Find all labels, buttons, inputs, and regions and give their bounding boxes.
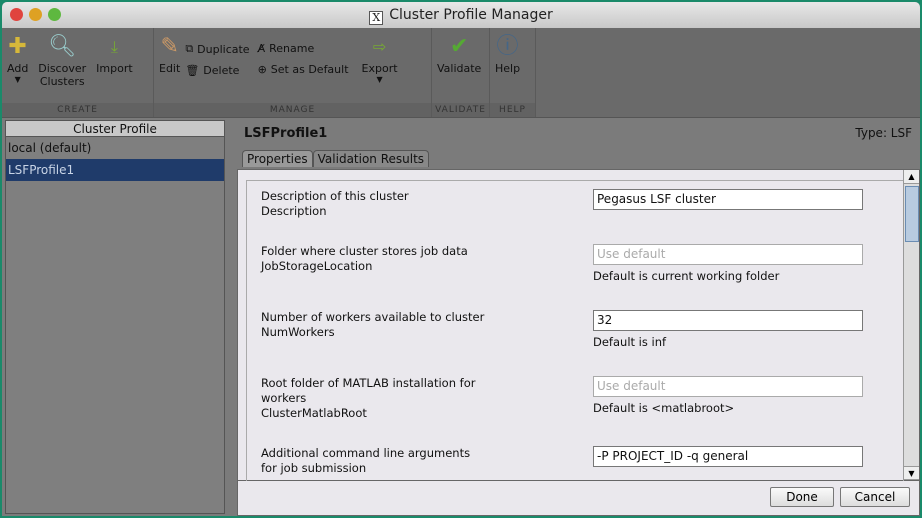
duplicate-label: Duplicate	[197, 42, 250, 56]
export-icon: ⇨	[372, 37, 387, 56]
add-button[interactable]: ✚ Add ▼	[2, 32, 33, 103]
import-label: Import	[96, 62, 133, 75]
property-description: Description of this cluster	[261, 189, 409, 203]
edit-label: Edit	[159, 62, 181, 75]
cluster-profile-list: Cluster Profile local (default) LSFProfi…	[5, 120, 225, 514]
export-label: Export	[361, 62, 398, 75]
set-as-default-button[interactable]: ⊕ Set as Default	[258, 63, 349, 76]
property-description: Folder where cluster stores job data	[261, 244, 468, 258]
create-group: ✚ Add ▼ 🔍︎ Discover Clusters ⤓ Import CREATE	[2, 28, 154, 117]
chevron-down-icon: ▼	[376, 75, 383, 84]
plus-icon: ✚	[8, 34, 27, 59]
set-default-label: Set as Default	[270, 63, 349, 76]
properties-panel: Description of this cluster Description P…	[237, 169, 920, 482]
cluster-matlab-root-input[interactable]: Use default	[593, 376, 863, 397]
vertical-scrollbar[interactable]: ▲ ▼	[903, 170, 919, 480]
import-button[interactable]: ⤓ Import	[91, 32, 138, 103]
duplicate-icon: ⧉	[185, 42, 194, 55]
property-description: Number of workers available to cluster	[261, 310, 485, 324]
pencil-icon: ✎	[160, 34, 179, 59]
profile-detail: LSFProfile1 Type: LSF Properties Validat…	[234, 120, 920, 516]
edit-button[interactable]: ✎ Edit	[154, 32, 185, 103]
delete-label: Delete	[203, 64, 240, 77]
discover-label: Discover	[38, 62, 87, 75]
add-label: Add	[7, 62, 29, 75]
discover-clusters-button[interactable]: 🔍︎ Discover Clusters	[33, 32, 91, 103]
delete-button[interactable]: 🗑︎ Delete	[185, 64, 249, 77]
list-item-lsfprofile1[interactable]: LSFProfile1	[6, 159, 224, 181]
property-description: Root folder of MATLAB installation for w…	[261, 376, 476, 405]
chevron-down-icon: ▼	[14, 75, 21, 84]
property-hint: Default is current working folder	[593, 269, 780, 283]
minimize-button[interactable]	[29, 8, 42, 21]
validate-group-label: VALIDATE	[432, 103, 489, 117]
zoom-button[interactable]	[48, 8, 61, 21]
title-bar: X Cluster Profile Manager	[2, 2, 920, 28]
property-hint: Default is <matlabroot>	[593, 401, 735, 415]
help-button[interactable]: ⓘ Help	[490, 32, 525, 103]
help-group-label: HELP	[490, 103, 535, 117]
scroll-thumb[interactable]	[905, 186, 919, 242]
property-name: NumWorkers	[261, 325, 335, 339]
tab-validation-results[interactable]: Validation Results	[312, 150, 430, 167]
close-button[interactable]	[10, 8, 23, 21]
import-icon: ⤓	[110, 37, 118, 56]
validate-button[interactable]: ✔ Validate	[432, 32, 486, 103]
help-icon: ⓘ	[496, 34, 519, 59]
job-storage-location-input[interactable]: Use default	[593, 244, 863, 265]
window-title: Cluster Profile Manager	[389, 7, 553, 23]
window: X Cluster Profile Manager ✚ Add ▼ 🔍︎ Discove…	[2, 2, 920, 516]
checkmark-icon: ✔	[449, 34, 469, 59]
help-group: ⓘ Help HELP	[490, 28, 536, 117]
profile-type: Type: LSF	[855, 126, 912, 140]
clusters-label: Clusters	[39, 75, 85, 88]
tab-properties[interactable]: Properties	[242, 150, 313, 167]
cancel-button[interactable]: Cancel	[840, 487, 910, 507]
export-button[interactable]: ⇨ Export ▼	[357, 32, 403, 103]
x11-icon: X	[369, 11, 384, 25]
scroll-up-icon[interactable]: ▲	[904, 170, 919, 184]
scroll-down-icon[interactable]: ▼	[904, 466, 919, 480]
list-header: Cluster Profile	[6, 121, 224, 137]
manage-group-label: MANAGE	[154, 103, 431, 117]
validate-group: ✔ Validate VALIDATE	[432, 28, 490, 117]
property-hint: Default is inf	[593, 335, 667, 349]
property-description: Additional command line arguments for jo…	[261, 446, 471, 475]
create-group-label: CREATE	[2, 103, 153, 117]
toolbar: ✚ Add ▼ 🔍︎ Discover Clusters ⤓ Import CREATE …	[2, 28, 920, 118]
manage-group: ✎ Edit ⧉ Duplicate 🗑︎ Delete A̸ Rename ⊕ Set …	[154, 28, 432, 117]
trash-icon: 🗑︎	[185, 64, 200, 77]
list-item-local[interactable]: local (default)	[6, 137, 224, 159]
rename-label: Rename	[269, 42, 315, 55]
property-name: Description	[261, 204, 327, 218]
property-name: ClusterMatlabRoot	[261, 406, 367, 420]
validate-label: Validate	[437, 62, 482, 75]
rename-icon: A̸	[257, 42, 266, 55]
property-name: JobStorageLocation	[261, 259, 373, 273]
dialog-footer: Done Cancel	[237, 481, 920, 516]
submit-arguments-input[interactable]: -P PROJECT_ID -q general	[593, 446, 863, 467]
help-label: Help	[495, 62, 521, 75]
search-icon: 🔍︎	[48, 34, 77, 59]
plus-circle-icon: ⊕	[257, 63, 267, 76]
description-input[interactable]: Pegasus LSF cluster	[593, 189, 863, 210]
duplicate-button[interactable]: ⧉ Duplicate	[185, 42, 249, 56]
profile-title: LSFProfile1	[244, 126, 328, 141]
num-workers-input[interactable]: 32	[593, 310, 863, 331]
done-button[interactable]: Done	[770, 487, 834, 507]
rename-button[interactable]: A̸ Rename	[258, 42, 349, 55]
